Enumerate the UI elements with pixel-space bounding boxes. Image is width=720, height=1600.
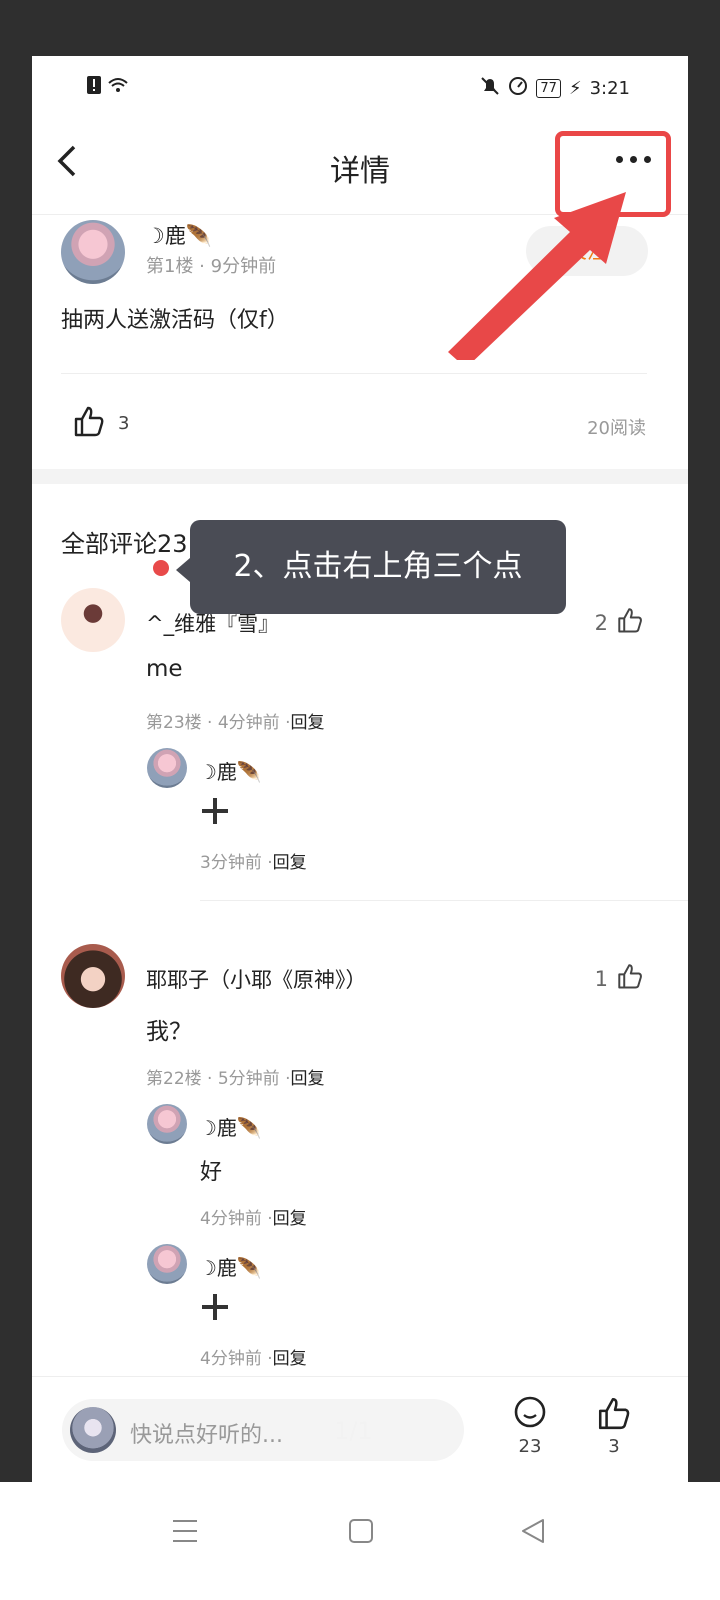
comment-input[interactable]: 快说点好听的... 1/1 [62,1399,464,1461]
divider [61,373,647,374]
comment-like-button[interactable]: 1 [595,962,644,995]
comment-text: me [146,656,183,682]
reply-avatar[interactable] [147,1104,187,1144]
status-right: 77 ⚡ 3:21 [480,76,630,101]
menu-icon[interactable] [172,1518,198,1548]
thumbs-up-icon [616,606,644,639]
sim-alert-icon [87,76,101,99]
tutorial-tooltip: 2、点击右上角三个点 [176,520,566,614]
reply-avatar[interactable] [147,748,187,788]
clock: 3:21 [589,78,630,99]
post-meta: 第1楼 · 9分钟前 [146,256,277,277]
reply-avatar[interactable] [147,1244,187,1284]
status-left [87,76,129,99]
post-like-count: 3 [118,413,130,434]
section-separator [32,469,688,484]
thumbs-up-icon [72,404,106,443]
comment-meta: 第22楼 · 5分钟前 ·回复 [146,1064,324,1089]
reply-author-name[interactable]: ☽鹿🪶 [199,1112,262,1141]
commenter-name[interactable]: 耶耶子（小耶《原神》） [146,964,367,994]
comment-meta: 第23楼 · 4分钟前 ·回复 [146,708,324,733]
read-count: 20阅读 [587,418,646,439]
commenter-avatar[interactable] [61,944,125,1008]
divider [200,900,688,901]
reply-button[interactable]: 回复 [290,1069,324,1089]
my-avatar [70,1407,116,1453]
comment-meta-text: 第23楼 · 4分钟前 · [146,713,291,733]
reply-button[interactable]: 回复 [273,853,307,873]
charging-icon: ⚡ [568,78,582,99]
comment-input-placeholder: 快说点好听的... [130,1423,283,1448]
reply-button[interactable]: 回复 [273,1209,307,1229]
comment-count: 23 [518,1436,542,1457]
post-content: 抽两人送激活码（仅f） [61,308,289,333]
reply-meta: 3分钟前 ·回复 [200,848,307,873]
like-count-button[interactable]: 3 [594,1395,634,1457]
plus-icon [202,798,228,824]
comment-like-button[interactable]: 2 [595,606,644,639]
post-author-name[interactable]: ☽鹿🪶 [146,220,212,250]
comments-header: 全部评论23 [61,530,188,558]
reply-button[interactable]: 回复 [273,1349,307,1369]
thumbs-up-icon [616,962,644,995]
speed-icon [508,76,528,101]
status-bar: 77 ⚡ 3:21 [32,56,688,118]
battery-level: 77 [536,79,561,98]
home-icon[interactable] [348,1518,374,1548]
comment-text: 我？ [146,1019,192,1045]
reply-meta-text: 4分钟前 · [200,1209,273,1229]
like-count: 3 [608,1436,620,1457]
comment-count-button[interactable]: 23 [510,1395,550,1457]
reply-meta: 4分钟前 ·回复 [200,1204,307,1229]
wifi-icon [107,76,129,99]
mute-notification-icon [480,76,500,101]
pointer-arrow-icon [448,192,626,360]
plus-icon [202,1294,228,1320]
commenter-avatar[interactable] [61,588,125,652]
post-author-avatar[interactable] [61,220,125,284]
reply-button[interactable]: 回复 [290,713,324,733]
tutorial-marker-dot [153,560,169,576]
back-nav-icon[interactable] [520,1518,546,1548]
reply-author-name[interactable]: ☽鹿🪶 [199,756,262,785]
reply-meta-text: 3分钟前 · [200,853,273,873]
comment-meta-text: 第22楼 · 5分钟前 · [146,1069,291,1089]
page-indicator: 1/1 [334,1417,373,1445]
thumbs-up-icon [596,1397,632,1436]
reply-meta-text: 4分钟前 · [200,1349,273,1369]
post-like-button[interactable]: 3 [72,404,129,443]
system-nav-bar [0,1482,720,1600]
reply-text: 好 [200,1160,223,1185]
reply-author-name[interactable]: ☽鹿🪶 [199,1252,262,1281]
comment-like-count: 2 [594,610,608,635]
comment-bubble-icon [512,1396,548,1436]
comment-like-count: 1 [594,966,608,991]
reply-meta: 4分钟前 ·回复 [200,1344,307,1369]
